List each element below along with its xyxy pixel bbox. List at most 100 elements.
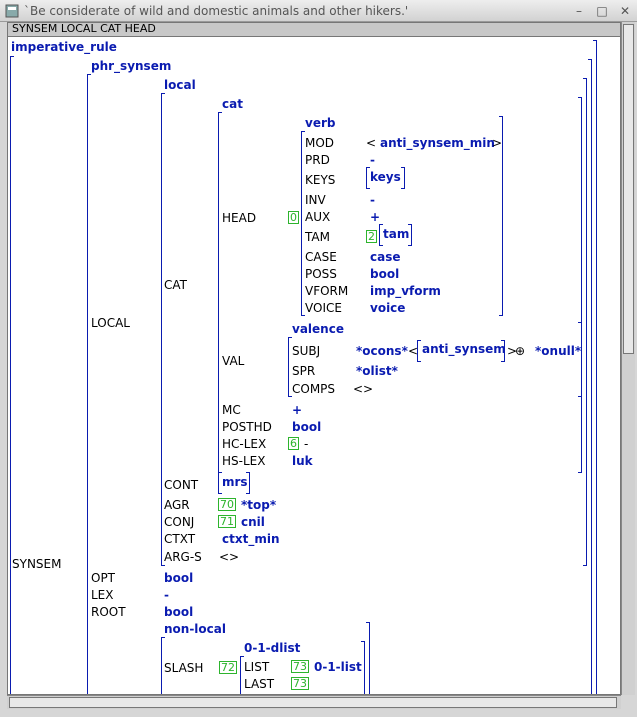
feature-lex[interactable]: LEX [91,588,114,602]
spr-value[interactable]: *olist* [356,364,398,378]
val-bracket-right [578,322,582,397]
feature-slash[interactable]: SLASH [164,661,203,675]
feature-mc[interactable]: MC [222,403,241,417]
close-icon[interactable]: ✕ [617,3,633,19]
slash-type[interactable]: 0-1-dlist [244,641,300,655]
opt-value[interactable]: bool [164,571,193,585]
local-bracket-right [583,78,587,566]
poss-value[interactable]: bool [370,267,399,281]
root-bracket-left [10,56,14,694]
empty-list: <> [219,550,240,564]
coref-tag-last[interactable]: 73 [291,677,309,690]
list-value[interactable]: 0-1-list [314,660,362,674]
feature-val[interactable]: VAL [222,354,244,368]
feature-cont[interactable]: CONT [164,478,198,492]
subj-first[interactable]: *ocons* [356,344,408,358]
coref-tag-slash[interactable]: 72 [219,661,237,674]
ctxt-value[interactable]: ctxt_min [222,532,280,546]
lex-value[interactable]: - [164,588,169,602]
feature-subj[interactable]: SUBJ [292,344,320,358]
feature-mod[interactable]: MOD [305,136,334,150]
coref-tag-tam[interactable]: 2 [366,230,377,243]
subj-inner[interactable]: anti_synsem [422,342,506,356]
feature-arg-s[interactable]: ARG-S [164,550,202,564]
title-bar: `Be considerate of wild and domestic ani… [0,0,637,22]
feature-poss[interactable]: POSS [305,267,337,281]
root-value[interactable]: bool [164,605,193,619]
tam-value[interactable]: tam [383,227,409,241]
root-bracket-right [593,40,597,694]
inv-value[interactable]: - [370,193,375,207]
voice-value[interactable]: voice [370,301,405,315]
cont-value[interactable]: mrs [222,475,248,489]
empty-list: <> [353,382,374,396]
feature-last[interactable]: LAST [244,677,274,691]
minimize-icon[interactable]: – [571,3,587,19]
cat-type[interactable]: cat [222,97,243,111]
tam-bracket-left [379,224,383,246]
synsem-type[interactable]: phr_synsem [91,59,171,73]
feature-comps[interactable]: COMPS [292,382,335,396]
keys-value[interactable]: keys [370,170,401,184]
val-type[interactable]: valence [292,322,344,336]
list-open: < [366,136,377,150]
conj-value[interactable]: cnil [241,515,265,529]
coref-tag-hc-lex[interactable]: 6 [288,437,299,450]
prd-value[interactable]: - [370,153,375,167]
feature-path-label: SYNSEM LOCAL CAT HEAD [7,22,621,36]
lkb-window-icon [5,4,19,18]
avm-canvas[interactable]: imperative_rule SYNSEM phr_synsem LOCAL … [7,36,621,695]
hc-lex-value[interactable]: - [304,437,308,451]
case-value[interactable]: case [370,250,401,264]
feature-synsem[interactable]: SYNSEM [12,557,61,571]
coref-tag-head[interactable]: 0 [288,211,299,224]
maximize-icon[interactable]: □ [594,3,610,19]
feature-list[interactable]: LIST [244,660,269,674]
subj-rest[interactable]: *onull* [535,344,581,358]
root-type[interactable]: imperative_rule [11,40,117,54]
feature-agr[interactable]: AGR [164,498,190,512]
feature-inv[interactable]: INV [305,193,326,207]
vertical-scrollbar[interactable] [621,22,635,695]
nonlocal-type[interactable]: non-local [164,622,226,636]
horizontal-scrollbar[interactable] [7,695,621,709]
hs-lex-value[interactable]: luk [292,454,313,468]
list-close: > [492,136,503,150]
feature-ctxt[interactable]: CTXT [164,532,195,546]
mod-value[interactable]: anti_synsem_min [380,136,495,150]
feature-vform[interactable]: VFORM [305,284,348,298]
feature-conj[interactable]: CONJ [164,515,194,529]
posthd-value[interactable]: bool [292,420,321,434]
head-type[interactable]: verb [305,116,335,130]
subj-inner-bracket-right [501,340,505,362]
agr-value[interactable]: *top* [241,498,276,512]
feature-hc-lex[interactable]: HC-LEX [222,437,266,451]
feature-keys[interactable]: KEYS [305,173,335,187]
coref-tag-agr[interactable]: 70 [218,498,236,511]
keys-bracket-left [366,167,370,189]
feature-hs-lex[interactable]: HS-LEX [222,454,265,468]
feature-case[interactable]: CASE [305,250,337,264]
coref-tag-conj[interactable]: 71 [218,515,236,528]
feature-root[interactable]: ROOT [91,605,126,619]
mc-value[interactable]: + [292,403,302,417]
feature-aux[interactable]: AUX [305,210,330,224]
feature-spr[interactable]: SPR [292,364,315,378]
coref-tag-list[interactable]: 73 [291,660,309,673]
subj-inner-bracket-left [417,340,421,362]
aux-value[interactable]: + [370,210,380,224]
vform-value[interactable]: imp_vform [370,284,441,298]
horizontal-scrollbar-thumb[interactable] [9,697,617,708]
feature-tam[interactable]: TAM [305,230,330,244]
feature-local[interactable]: LOCAL [91,316,130,330]
cat-bracket-right [578,97,582,473]
feature-prd[interactable]: PRD [305,153,330,167]
feature-opt[interactable]: OPT [91,571,115,585]
feature-cat[interactable]: CAT [164,278,187,292]
feature-posthd[interactable]: POSTHD [222,420,272,434]
feature-voice[interactable]: VOICE [305,301,342,315]
local-type[interactable]: local [164,78,196,92]
vertical-scrollbar-thumb[interactable] [623,24,634,354]
keys-bracket-right [401,167,405,189]
feature-head[interactable]: HEAD [222,211,256,225]
